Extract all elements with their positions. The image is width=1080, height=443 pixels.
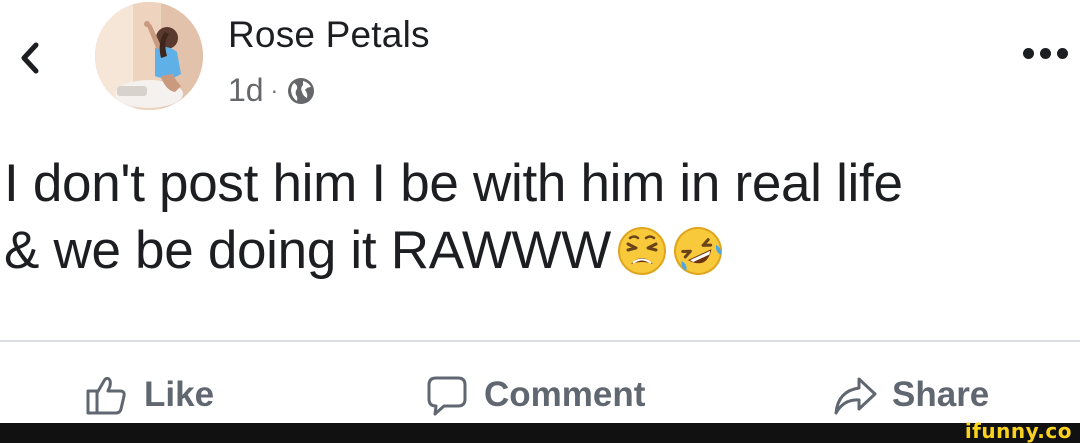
like-label: Like [144, 375, 215, 414]
back-button[interactable] [8, 36, 52, 80]
divider [0, 340, 1080, 342]
profile-photo [95, 2, 203, 110]
more-options-button[interactable] [1017, 38, 1074, 69]
rolling-on-floor-laughing-emoji [673, 225, 723, 275]
thumbs-up-icon [86, 376, 126, 415]
like-button[interactable]: Like [84, 372, 214, 418]
more-dot [1057, 48, 1068, 59]
ifunny-watermark: ifunny.co [964, 419, 1072, 443]
more-dot [1023, 48, 1034, 59]
weary-face-emoji [617, 225, 667, 275]
chevron-left-icon [21, 42, 39, 74]
speech-bubble-icon [427, 376, 467, 416]
post-time[interactable]: 1d [228, 72, 264, 109]
globe-icon[interactable] [286, 76, 316, 106]
share-label: Share [892, 375, 990, 414]
more-dot [1040, 48, 1051, 59]
avatar[interactable] [95, 2, 203, 110]
comment-label: Comment [484, 375, 646, 414]
post-text-line-2: & we be doing it RAWWW [4, 217, 1074, 284]
watermark-bar [0, 423, 1080, 443]
post-text-line-1: I don't post him I be with him in real l… [4, 154, 903, 213]
comment-button[interactable]: Comment [424, 372, 645, 418]
author-name[interactable]: Rose Petals [228, 14, 430, 56]
meta-separator: · [270, 77, 278, 103]
post-body: I don't post him I be with him in real l… [4, 150, 1074, 284]
post-meta: 1d · [228, 72, 316, 109]
share-arrow-icon [834, 377, 877, 415]
post-text-line-2-text: & we be doing it RAWWW [4, 221, 611, 280]
share-button[interactable]: Share [832, 372, 989, 418]
action-bar: Like Comment Share [0, 372, 1080, 428]
